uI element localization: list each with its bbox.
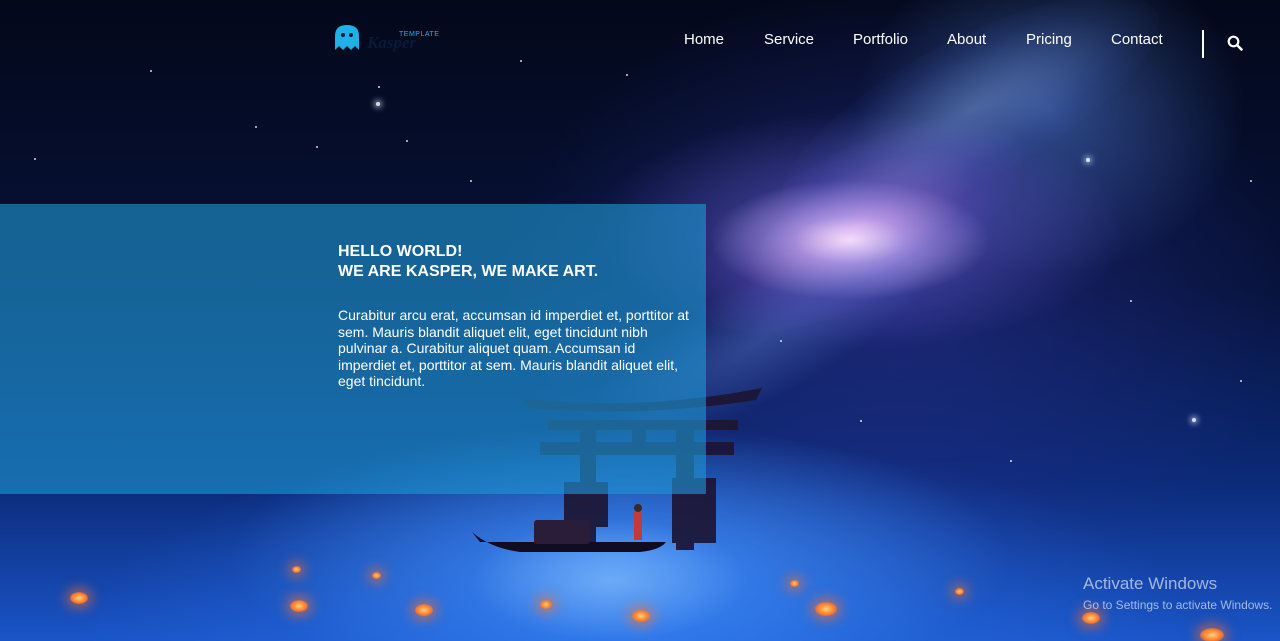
lantern	[1200, 628, 1224, 641]
nav-home[interactable]: Home	[684, 31, 724, 48]
watermark-title: Activate Windows	[1083, 574, 1218, 593]
nav-divider	[1202, 30, 1204, 58]
logo[interactable]: Kasper TEMPLATE	[333, 24, 443, 54]
lantern	[292, 566, 301, 573]
lantern	[372, 572, 381, 579]
lantern	[955, 588, 964, 595]
nav-about[interactable]: About	[947, 31, 986, 48]
lantern	[1082, 612, 1100, 624]
nav-service[interactable]: Service	[764, 31, 814, 48]
nav-pricing[interactable]: Pricing	[1026, 31, 1072, 48]
nav-portfolio[interactable]: Portfolio	[853, 31, 908, 48]
search-icon[interactable]	[1226, 34, 1244, 52]
nav-contact[interactable]: Contact	[1111, 31, 1163, 48]
lantern	[540, 600, 552, 609]
intro-text: Curabitur arcu erat, accumsan id imperdi…	[338, 307, 689, 389]
logo-tag: TEMPLATE	[399, 31, 440, 38]
lantern	[790, 580, 799, 587]
activate-windows-watermark: Activate Windows Go to Settings to activ…	[1083, 574, 1272, 612]
lantern	[632, 610, 650, 622]
intro-heading-line2: WE ARE KASPER, WE MAKE ART.	[338, 263, 599, 280]
ghost-icon	[335, 25, 359, 50]
intro-heading-line1: HELLO WORLD!	[338, 243, 463, 260]
lantern	[815, 602, 837, 616]
watermark-subtitle: Go to Settings to activate Windows.	[1083, 598, 1273, 612]
lantern	[70, 592, 88, 604]
navbar: Kasper TEMPLATE Home Service Portfolio A…	[0, 0, 1280, 80]
lantern	[415, 604, 433, 616]
intro-heading: HELLO WORLD! WE ARE KASPER, WE MAKE ART.	[338, 242, 598, 282]
lantern	[290, 600, 308, 612]
